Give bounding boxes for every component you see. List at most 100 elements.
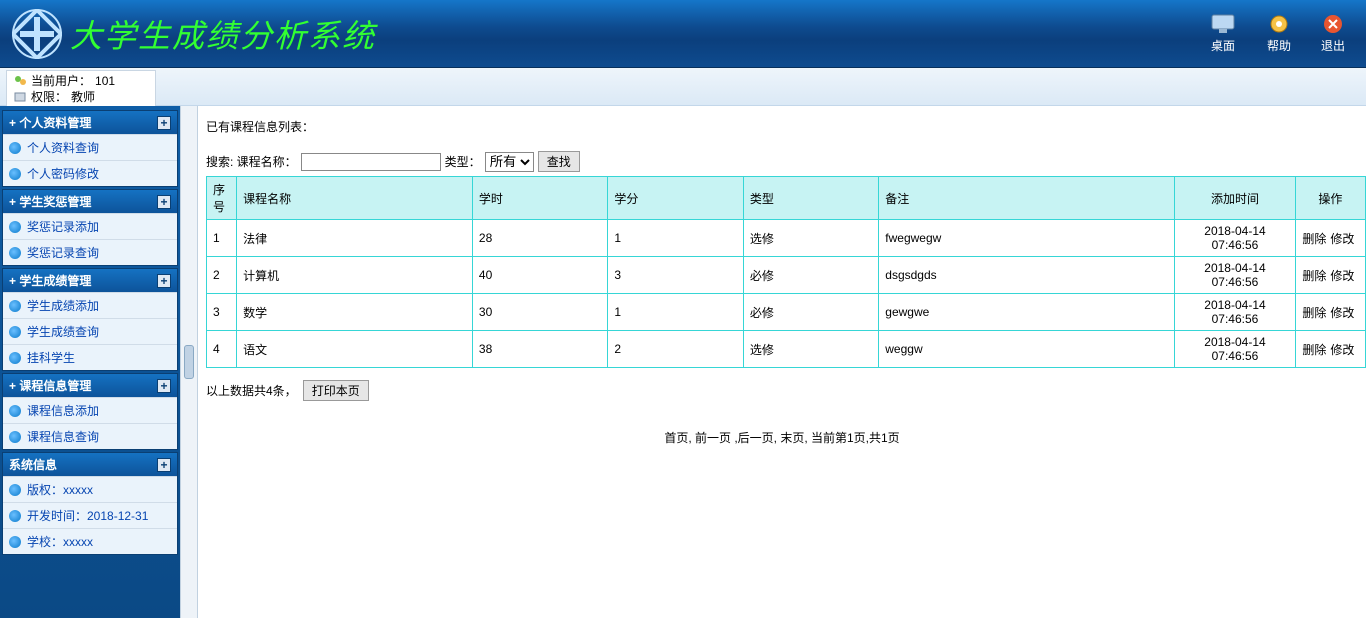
userbar: 当前用户： 101 权限： 教师 xyxy=(6,70,156,108)
bullet-icon xyxy=(9,431,21,443)
pager[interactable]: 首页, 前一页 ,后一页, 末页, 当前第1页,共1页 xyxy=(206,429,1358,446)
edit-link[interactable]: 修改 xyxy=(1330,343,1354,357)
cell-type: 必修 xyxy=(743,257,878,294)
expand-icon[interactable]: + xyxy=(157,116,171,130)
exit-label: 退出 xyxy=(1321,37,1345,54)
cell-hours: 40 xyxy=(472,257,607,294)
close-icon xyxy=(1320,13,1346,35)
sidebar-item[interactable]: 开发时间：2018-12-31 xyxy=(3,502,177,528)
sidebar-link[interactable]: 个人密码修改 xyxy=(27,165,99,182)
sidebar-item[interactable]: 学生成绩添加 xyxy=(3,292,177,318)
sidebar-item[interactable]: 课程信息添加 xyxy=(3,397,177,423)
sidebar-link[interactable]: 奖惩记录添加 xyxy=(27,218,99,235)
splitter-handle[interactable] xyxy=(184,345,194,379)
course-table: 序号课程名称学时学分类型备注添加时间操作 1法律281选修fwegwegw201… xyxy=(206,176,1366,368)
expand-icon[interactable]: + xyxy=(157,274,171,288)
sidebar-section-head[interactable]: + 学生奖惩管理+ xyxy=(3,190,177,213)
sidebar-section-head[interactable]: + 学生成绩管理+ xyxy=(3,269,177,292)
sidebar-link[interactable]: 挂科学生 xyxy=(27,349,75,366)
gear-icon xyxy=(1266,13,1292,35)
sidebar-link[interactable]: 学校：xxxxx xyxy=(27,533,93,550)
bullet-icon xyxy=(9,247,21,259)
search-button[interactable]: 查找 xyxy=(538,151,580,172)
sidebar-item[interactable]: 课程信息查询 xyxy=(3,423,177,449)
sidebar-section-head[interactable]: + 课程信息管理 + xyxy=(3,374,177,397)
cell-hours: 38 xyxy=(472,331,607,368)
sidebar-link[interactable]: 学生成绩添加 xyxy=(27,297,99,314)
print-button[interactable]: 打印本页 xyxy=(303,380,369,401)
sidebar-link[interactable]: 个人资料查询 xyxy=(27,139,99,156)
sidebar-section: + 学生成绩管理+ 学生成绩添加学生成绩查询挂科学生 xyxy=(2,268,178,371)
cell-type: 必修 xyxy=(743,294,878,331)
current-user-label: 当前用户： xyxy=(31,73,91,89)
sidebar-link[interactable]: 课程信息添加 xyxy=(27,402,99,419)
cell-remark: dsgsdgds xyxy=(879,257,1175,294)
sidebar-section: + 课程信息管理 + 课程信息添加课程信息查询 xyxy=(2,373,178,450)
cell-credit: 2 xyxy=(608,331,743,368)
sidebar-section-title: + 课程信息管理 xyxy=(9,377,91,394)
splitter[interactable] xyxy=(180,106,198,618)
sidebar-item[interactable]: 个人密码修改 xyxy=(3,160,177,186)
desktop-icon xyxy=(1208,13,1238,35)
sidebar-section-title: + 个人资料管理 xyxy=(9,114,91,131)
bullet-icon xyxy=(9,484,21,496)
sidebar-item[interactable]: 奖惩记录查询 xyxy=(3,239,177,265)
help-button[interactable]: 帮助 xyxy=(1266,13,1292,54)
expand-icon[interactable]: + xyxy=(157,195,171,209)
cell-op: 删除修改 xyxy=(1295,220,1365,257)
delete-link[interactable]: 删除 xyxy=(1302,343,1326,357)
sidebar-section-title: 系统信息 xyxy=(9,456,57,473)
sidebar-item[interactable]: 奖惩记录添加 xyxy=(3,213,177,239)
delete-link[interactable]: 删除 xyxy=(1302,232,1326,246)
cell-idx: 4 xyxy=(207,331,237,368)
sidebar-item[interactable]: 学生成绩查询 xyxy=(3,318,177,344)
bullet-icon xyxy=(9,168,21,180)
sidebar-link[interactable]: 版权：xxxxx xyxy=(27,481,93,498)
sidebar-link[interactable]: 学生成绩查询 xyxy=(27,323,99,340)
search-row: 搜索: 课程名称： 类型： 所有 查找 xyxy=(206,151,1358,172)
sidebar-section: + 学生奖惩管理+ 奖惩记录添加奖惩记录查询 xyxy=(2,189,178,266)
table-row: 3数学301必修gewgwe2018-04-14 07:46:56删除修改 xyxy=(207,294,1366,331)
sidebar-section-head[interactable]: + 个人资料管理 + xyxy=(3,111,177,134)
cell-idx: 3 xyxy=(207,294,237,331)
top-actions: 桌面 帮助 退出 xyxy=(1208,13,1354,54)
layout: + 个人资料管理 + 个人资料查询个人密码修改 + 学生奖惩管理+ 奖惩记录添加奖惩记录… xyxy=(0,106,1366,618)
col-header: 添加时间 xyxy=(1175,177,1295,220)
sidebar-section: + 个人资料管理 + 个人资料查询个人密码修改 xyxy=(2,110,178,187)
cell-name: 语文 xyxy=(237,331,473,368)
delete-link[interactable]: 删除 xyxy=(1302,269,1326,283)
col-header: 操作 xyxy=(1295,177,1365,220)
expand-icon[interactable]: + xyxy=(157,379,171,393)
col-header: 备注 xyxy=(879,177,1175,220)
desktop-button[interactable]: 桌面 xyxy=(1208,13,1238,54)
table-row: 4语文382选修weggw2018-04-14 07:46:56删除修改 xyxy=(207,331,1366,368)
cell-name: 法律 xyxy=(237,220,473,257)
cell-credit: 3 xyxy=(608,257,743,294)
sidebar-item[interactable]: 学校：xxxxx xyxy=(3,528,177,554)
userbar-wrap: 当前用户： 101 权限： 教师 xyxy=(0,68,1366,106)
edit-link[interactable]: 修改 xyxy=(1330,232,1354,246)
delete-link[interactable]: 删除 xyxy=(1302,306,1326,320)
cell-remark: gewgwe xyxy=(879,294,1175,331)
sidebar-link[interactable]: 课程信息查询 xyxy=(27,428,99,445)
bullet-icon xyxy=(9,352,21,364)
sidebar-section-head[interactable]: 系统信息 + xyxy=(3,453,177,476)
sidebar-item[interactable]: 个人资料查询 xyxy=(3,134,177,160)
exit-button[interactable]: 退出 xyxy=(1320,13,1346,54)
type-select[interactable]: 所有 xyxy=(485,152,534,172)
sidebar-link[interactable]: 开发时间：2018-12-31 xyxy=(27,507,148,524)
course-name-input[interactable] xyxy=(301,153,441,171)
edit-link[interactable]: 修改 xyxy=(1330,306,1354,320)
cell-remark: weggw xyxy=(879,331,1175,368)
col-header: 类型 xyxy=(743,177,878,220)
sidebar-item[interactable]: 挂科学生 xyxy=(3,344,177,370)
edit-link[interactable]: 修改 xyxy=(1330,269,1354,283)
cell-time: 2018-04-14 07:46:56 xyxy=(1175,220,1295,257)
expand-icon[interactable]: + xyxy=(157,458,171,472)
sidebar-link[interactable]: 奖惩记录查询 xyxy=(27,244,99,261)
logo-icon xyxy=(12,9,62,59)
cell-time: 2018-04-14 07:46:56 xyxy=(1175,331,1295,368)
sidebar-item[interactable]: 版权：xxxxx xyxy=(3,476,177,502)
user-icon xyxy=(13,74,27,88)
table-row: 2计算机403必修dsgsdgds2018-04-14 07:46:56删除修改 xyxy=(207,257,1366,294)
